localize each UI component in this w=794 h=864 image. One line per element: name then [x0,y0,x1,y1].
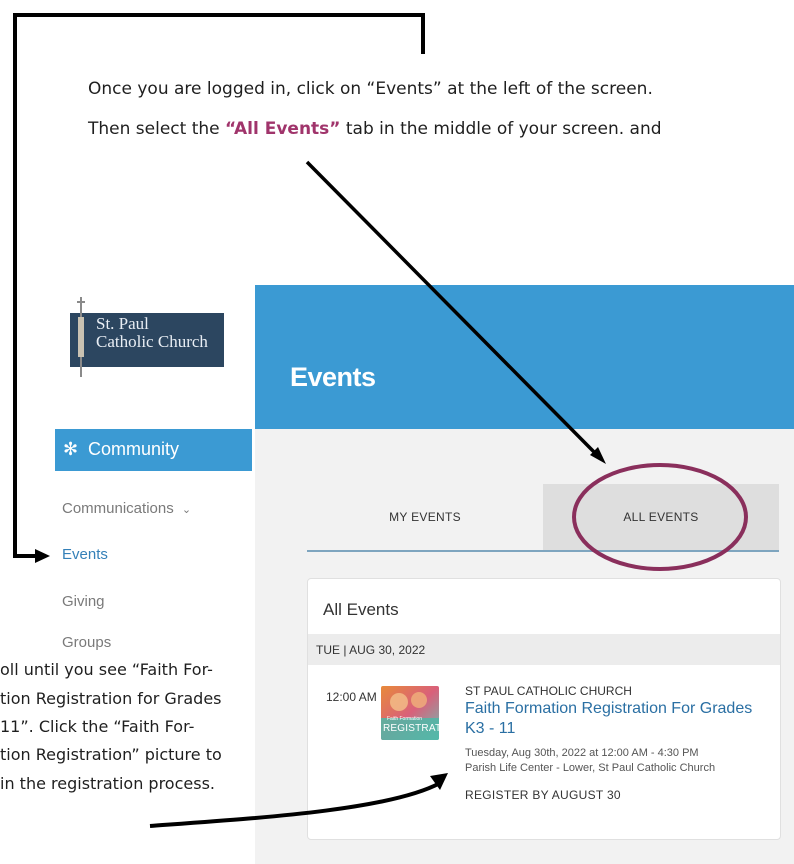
bottom-instruction-line-3: 11”. Click the “Faith For- [0,717,195,736]
all-events-card: All Events TUE | AUG 30, 2022 12:00 AM F… [307,578,781,840]
community-label: Community [88,439,180,459]
bottom-instruction-line-5: in the registration process. [0,774,215,793]
tab-all-events[interactable]: ALL EVENTS [543,484,779,552]
bottom-instruction-line-1: oll until you see “Faith For- [0,660,213,679]
all-events-highlight: “All Events” [225,119,341,139]
church-logo[interactable]: St. Paul Catholic Church [70,297,224,377]
bottom-instruction-line-4: tion Registration” picture to [0,745,222,764]
sidebar-section-community[interactable]: ✻ Community [55,429,252,471]
event-datetime: Tuesday, Aug 30th, 2022 at 12:00 AM - 4:… [465,747,699,759]
instruction-text: tab in the middle of your screen. and [340,119,662,139]
event-time: 12:00 AM [326,690,377,704]
register-by-label: REGISTER BY AUGUST 30 [465,788,621,802]
events-arrow-icon [35,549,50,563]
sidebar-item-giving[interactable]: Giving [62,593,105,610]
thumbnail-caption-top: Faith Formation [387,716,423,722]
event-organization: ST PAUL CATHOLIC CHURCH [465,684,632,698]
instruction-line-1: Once you are logged in, click on “Events… [88,79,653,99]
sidebar-item-communications[interactable]: Communications ⌄ [62,500,191,517]
community-icon: ✻ [63,439,79,459]
bottom-instruction-line-2: tion Registration for Grades [0,689,222,708]
events-banner [255,285,794,429]
instruction-line-2: Then select the “All Events” tab in the … [88,119,662,139]
event-name-link[interactable]: Faith Formation Registration For Grades … [465,699,765,739]
date-header-text: TUE | AUG 30, 2022 [316,643,426,657]
card-title: All Events [323,600,399,619]
event-thumbnail[interactable]: Faith Formation REGISTRATION [381,686,439,740]
sidebar-item-events[interactable]: Events [62,546,108,563]
cross-icon [77,297,85,377]
page-title: Events [290,362,376,392]
instruction-text: Then select the [88,119,226,139]
logo-text: St. Paul Catholic Church [96,314,208,351]
chevron-down-icon: ⌄ [181,504,192,516]
sidebar-item-groups[interactable]: Groups [62,634,111,651]
tab-my-events[interactable]: MY EVENTS [307,484,543,552]
event-location: Parish Life Center - Lower, St Paul Cath… [465,762,716,774]
sidebar-item-label: Communications [62,500,174,517]
date-header: TUE | AUG 30, 2022 [308,634,780,665]
thumbnail-caption-bottom: REGISTRATION [383,723,439,734]
